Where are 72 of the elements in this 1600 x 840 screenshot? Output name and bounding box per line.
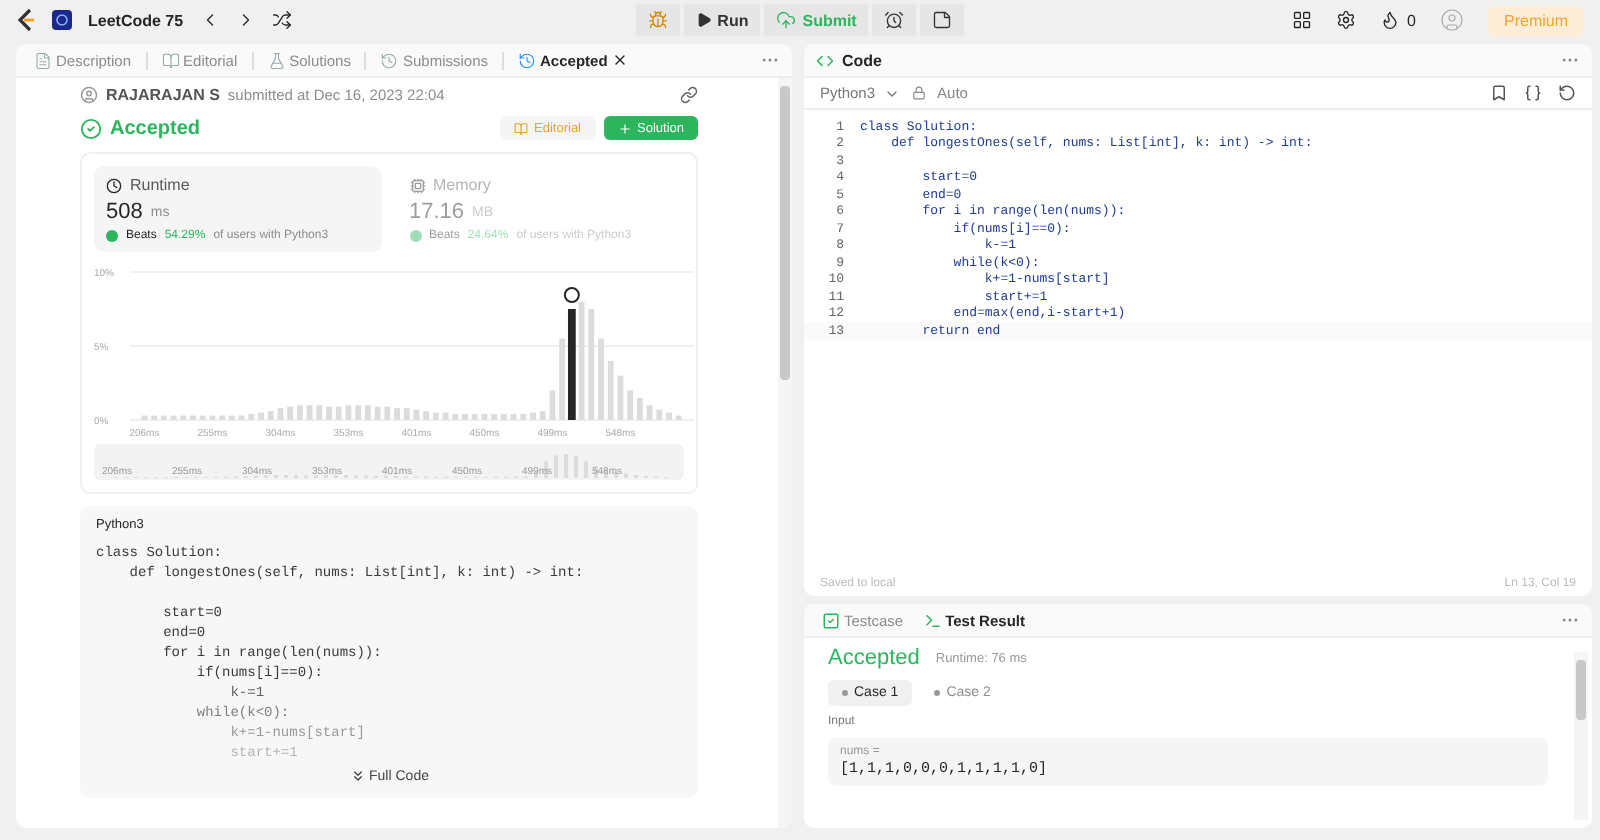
histogram-bar xyxy=(520,414,527,420)
history-icon xyxy=(518,51,537,69)
result-status: Accepted xyxy=(828,646,920,670)
chip-icon xyxy=(409,177,425,193)
link-icon[interactable] xyxy=(680,86,698,104)
terminal-icon xyxy=(923,611,942,629)
beats-icon xyxy=(409,230,421,242)
play-icon xyxy=(695,12,712,28)
histogram-bar xyxy=(199,415,206,420)
stat-label: Runtime xyxy=(130,176,190,194)
beats-icon xyxy=(106,230,118,242)
list-icon xyxy=(52,10,72,30)
stat-label: Memory xyxy=(433,176,491,194)
shuffle-icon[interactable] xyxy=(271,10,292,30)
histogram-bar xyxy=(462,414,468,420)
flask-icon xyxy=(267,51,286,69)
note-icon xyxy=(932,10,953,30)
check-icon xyxy=(80,117,102,139)
scrollbar[interactable] xyxy=(1574,652,1588,820)
dot-icon xyxy=(842,689,848,696)
timer-button[interactable] xyxy=(872,4,917,36)
book-icon xyxy=(514,121,529,135)
scrollbar[interactable] xyxy=(778,78,792,828)
editor-title: Code xyxy=(842,51,882,69)
histogram-bar xyxy=(510,414,517,420)
dot-icon xyxy=(934,689,941,696)
histogram-bar xyxy=(170,415,177,420)
histogram-bar xyxy=(190,415,196,420)
streak-count: 0 xyxy=(1407,11,1416,29)
lock-icon xyxy=(911,86,926,100)
histogram-bar xyxy=(481,414,488,420)
histogram-bar xyxy=(607,360,614,420)
bug-icon xyxy=(647,10,668,30)
author-name[interactable]: RAJARAJAN S xyxy=(106,86,220,104)
chevrons-down-icon xyxy=(349,768,366,784)
logo-icon[interactable] xyxy=(16,8,36,32)
format-icon[interactable] xyxy=(1524,84,1542,102)
run-button[interactable]: Run xyxy=(683,4,761,36)
avatar-icon xyxy=(80,86,98,104)
document-icon xyxy=(34,51,52,69)
submission-status: Accepted xyxy=(110,117,201,139)
histogram-bar xyxy=(559,338,566,420)
bookmark-icon[interactable] xyxy=(1490,84,1508,102)
histogram-bar xyxy=(578,301,585,420)
reset-icon[interactable] xyxy=(1558,84,1576,102)
clock-icon xyxy=(106,177,122,193)
histogram-bar xyxy=(209,415,216,420)
notes-button[interactable] xyxy=(920,4,965,36)
histogram-bar xyxy=(238,415,245,420)
problem-list-title[interactable]: LeetCode 75 xyxy=(88,11,184,29)
code-icon xyxy=(816,51,834,69)
histogram-bar xyxy=(248,414,255,420)
grid-icon[interactable] xyxy=(1291,10,1312,30)
history-icon xyxy=(380,51,399,69)
histogram-bar xyxy=(180,415,187,420)
checkbox-icon xyxy=(822,611,840,629)
histogram-bar xyxy=(471,414,478,420)
marker-icon xyxy=(563,287,580,303)
histogram-bar xyxy=(675,415,682,420)
stat-value: 17.16 xyxy=(409,200,465,224)
histogram-bar xyxy=(452,414,459,420)
histogram-bar xyxy=(141,415,148,420)
book-icon xyxy=(161,51,180,69)
streak-icon[interactable] xyxy=(1379,10,1400,30)
alarm-clock-icon xyxy=(884,10,905,30)
stat-value: 508 xyxy=(106,200,143,224)
close-icon[interactable] xyxy=(611,52,628,68)
settings-icon[interactable] xyxy=(1335,10,1356,30)
submit-button[interactable]: Submit xyxy=(764,4,869,36)
cloud-upload-icon xyxy=(776,10,797,30)
highlighted-bar xyxy=(567,309,576,420)
plus-icon xyxy=(617,121,631,135)
